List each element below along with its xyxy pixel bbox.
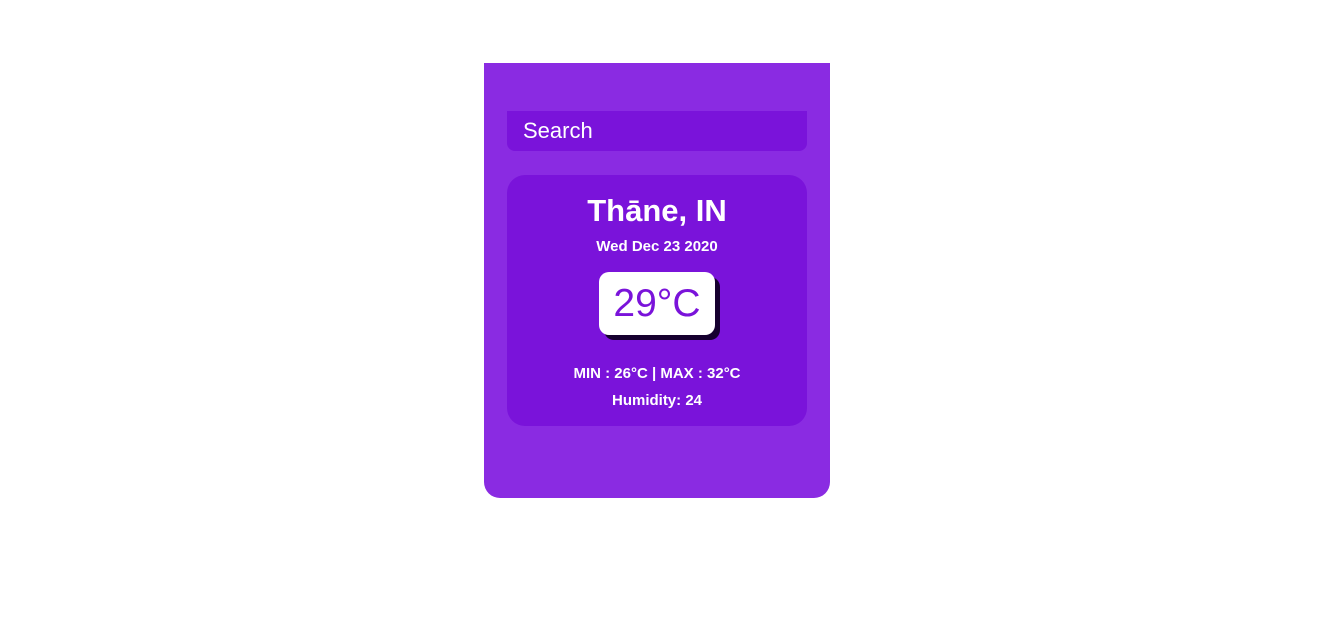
min-max-temperature: MIN : 26°C | MAX : 32°C — [573, 365, 741, 382]
weather-card: Thāne, IN Wed Dec 23 2020 29°C MIN : 26°… — [507, 175, 807, 426]
weather-app: Thāne, IN Wed Dec 23 2020 29°C MIN : 26°… — [484, 63, 830, 498]
temperature-badge: 29°C — [599, 272, 715, 335]
search-box[interactable] — [507, 111, 807, 151]
location-title: Thāne, IN — [587, 193, 727, 228]
search-input[interactable] — [523, 118, 791, 144]
humidity-label: Humidity: 24 — [611, 392, 702, 409]
date-label: Wed Dec 23 2020 — [596, 238, 718, 255]
